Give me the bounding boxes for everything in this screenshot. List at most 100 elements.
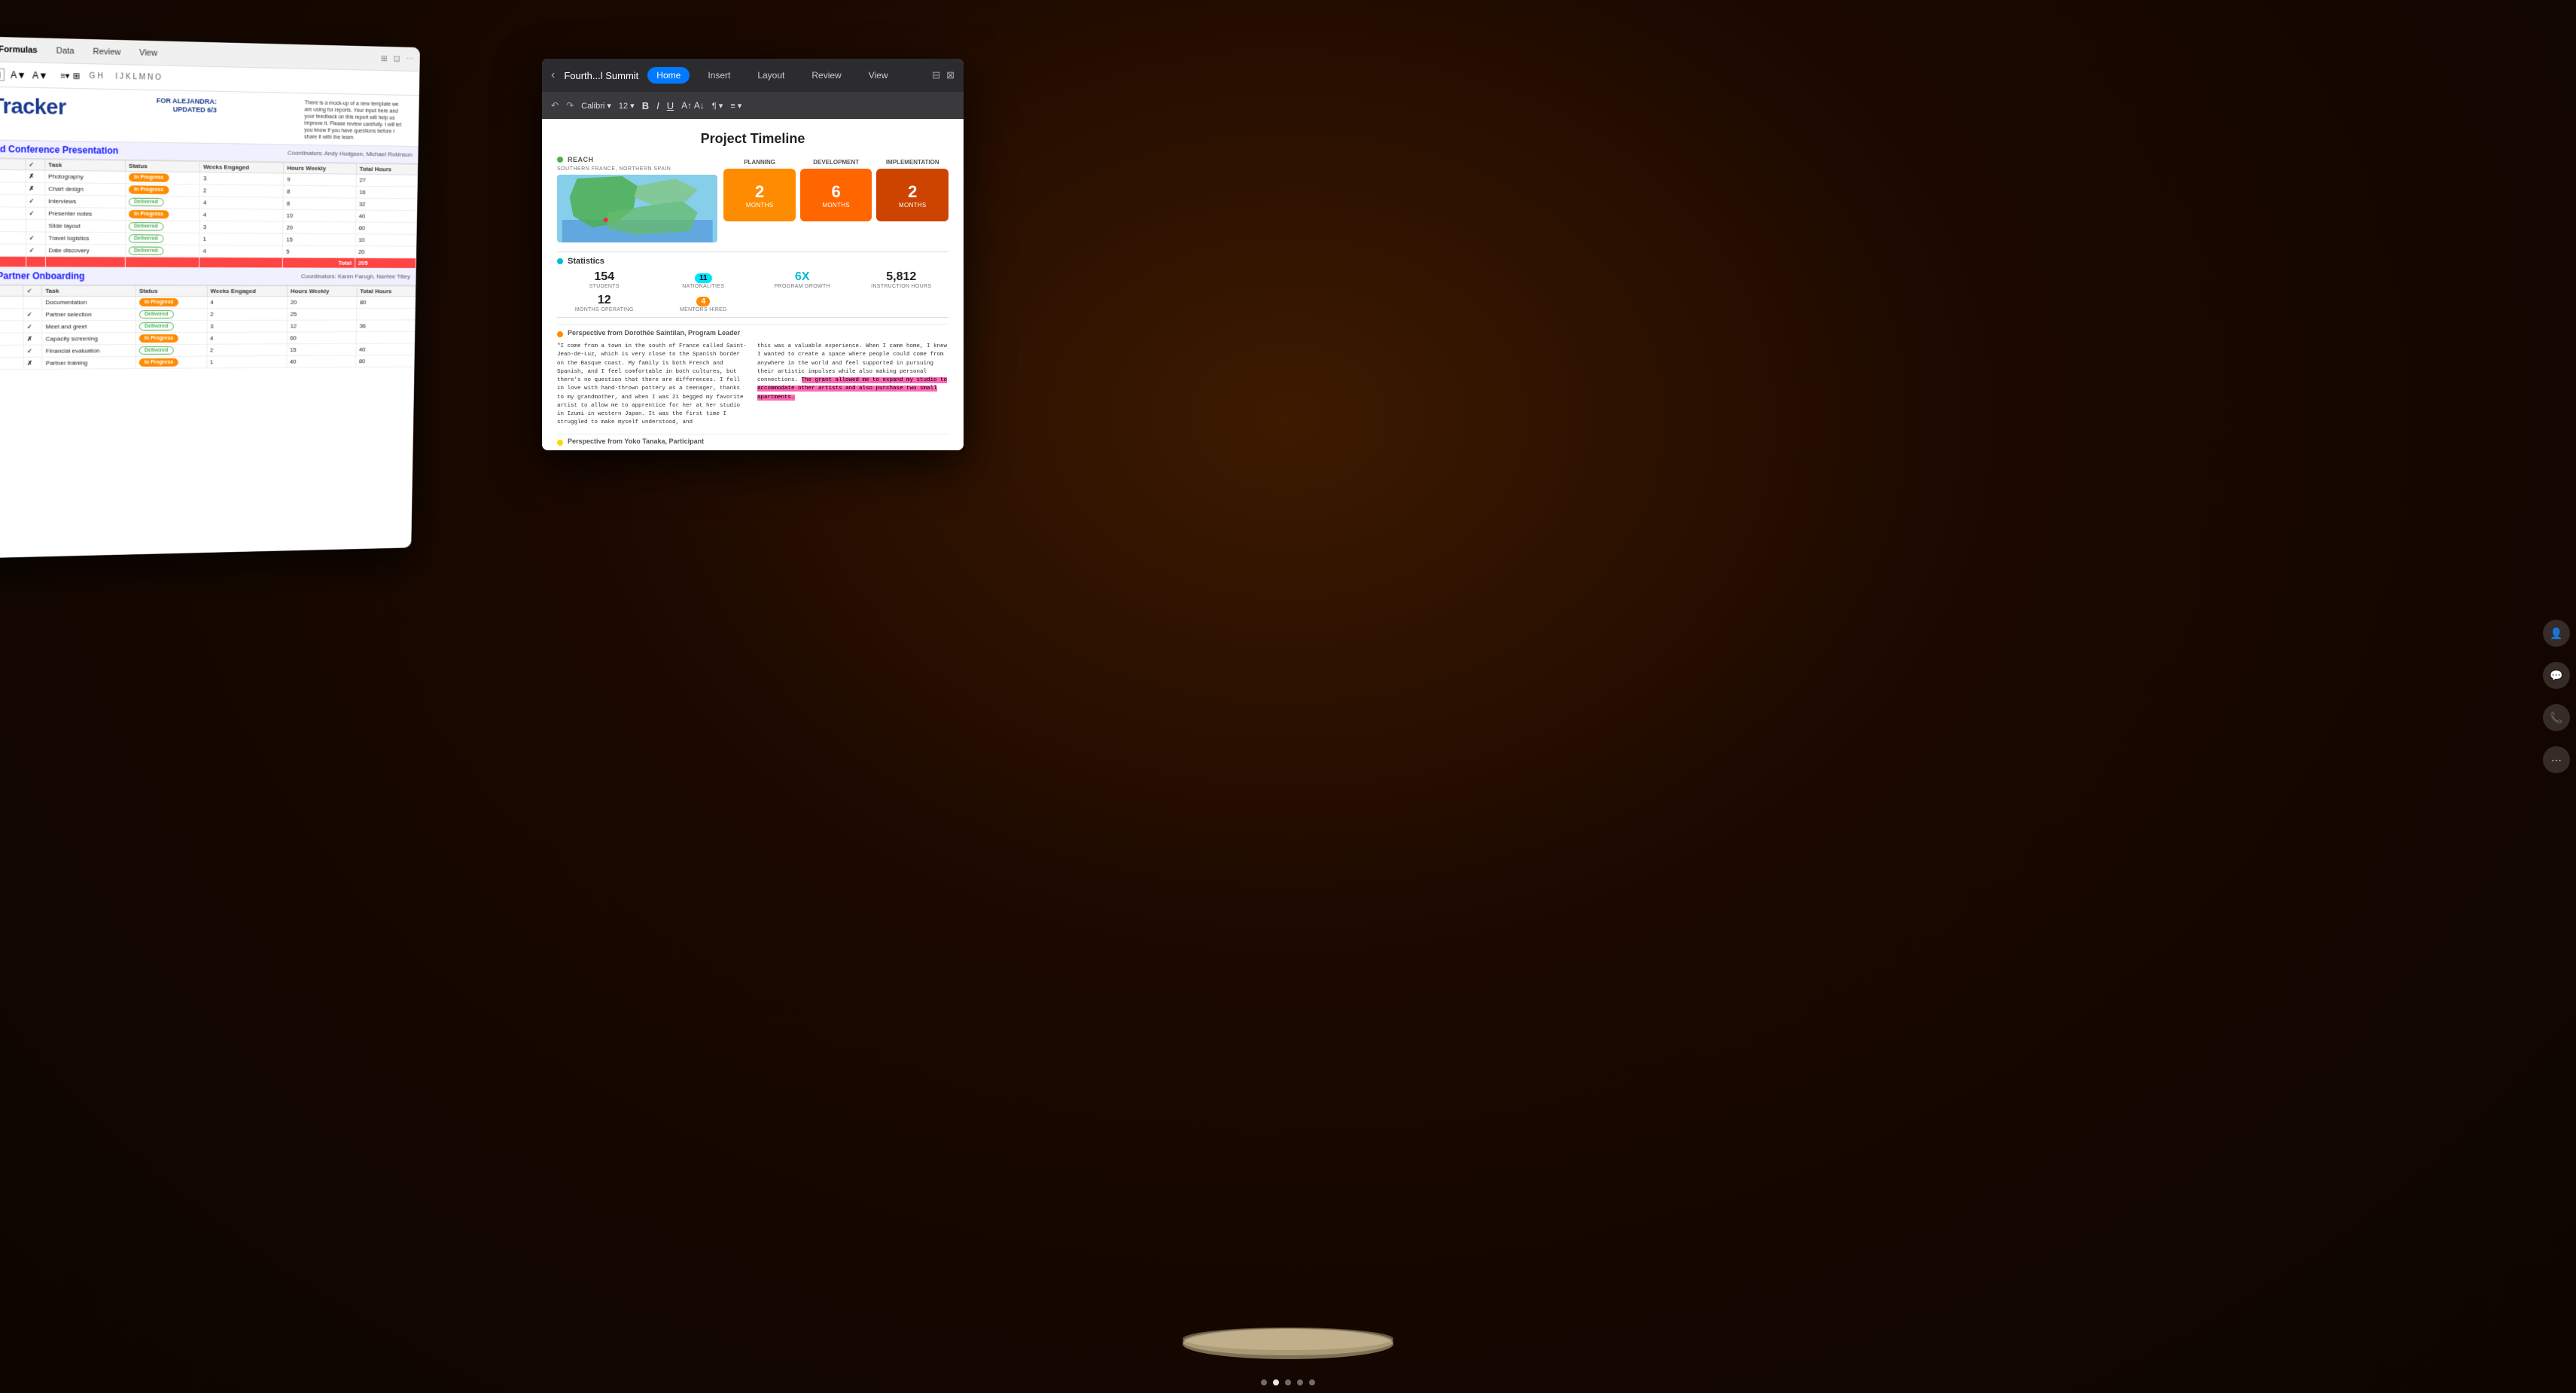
italic-btn[interactable]: I: [656, 100, 659, 111]
perspective-yoko-section: Perspective from Yoko Tanaka, Participan…: [557, 434, 948, 451]
tab-view[interactable]: View: [860, 67, 897, 84]
ribbon-tab-data[interactable]: Data: [51, 44, 79, 58]
chat-icon[interactable]: 💬: [2543, 662, 2570, 689]
tab-home[interactable]: Home: [647, 67, 690, 84]
font-name[interactable]: Calibri ▾: [581, 101, 611, 111]
bowl: [1168, 1303, 1408, 1363]
tab-insert[interactable]: Insert: [699, 67, 739, 84]
toolbar-icon-3[interactable]: ···: [406, 54, 414, 64]
col-hours-weekly: Hours Weekly: [284, 163, 357, 174]
table-row: Documentation In Progress 42080: [0, 296, 416, 308]
stat-hours: 5,812 INSTRUCTION HOURS: [854, 270, 949, 289]
person-icon[interactable]: 👤: [2543, 620, 2570, 647]
divider1: [557, 251, 948, 252]
dots-icon[interactable]: ···: [2543, 746, 2570, 773]
reach-label: Reach: [568, 156, 594, 163]
map-panel: Reach SOUTHERN FRANCE, NORTHERN SPAIN: [557, 156, 717, 242]
sheet-note: There is a mock-up of a new template we …: [304, 99, 407, 142]
stat-hours-value: 5,812: [854, 270, 949, 284]
font-size[interactable]: 12 ▾: [619, 101, 635, 111]
col-status: Status: [135, 285, 207, 296]
para-style[interactable]: ¶ ▾: [712, 101, 723, 111]
back-button[interactable]: ‹: [551, 69, 555, 82]
dot-5[interactable]: [1309, 1379, 1315, 1385]
side-icon-panel: 👤 💬 📞 ···: [2543, 620, 2570, 773]
divider2: [557, 317, 948, 318]
align-btns: ≡▾ ⊞: [60, 71, 80, 81]
dot-2[interactable]: [1273, 1379, 1279, 1385]
stat-students: 154 STUDENTS: [557, 270, 652, 289]
stat-months-value: 12: [557, 294, 652, 307]
fill-color-btn[interactable]: A▼: [11, 69, 26, 81]
map-container: [557, 175, 717, 242]
table-row: May 08 ✗ Partner training In Progress 14…: [0, 355, 414, 369]
sheet-title: ce Tracker: [0, 93, 66, 120]
planning-label: PLANNING: [723, 159, 796, 166]
planning-unit: Months: [746, 202, 773, 209]
doc-title[interactable]: Fourth...l Summit: [564, 70, 638, 81]
ribbon-tab-view[interactable]: View: [135, 46, 162, 59]
dot-3[interactable]: [1285, 1379, 1291, 1385]
planning-col: PLANNING 2 Months: [723, 159, 796, 221]
section2-coords: Coordinators: Karen Farugh, Narrlee Till…: [301, 273, 410, 279]
align-center[interactable]: ⊞: [73, 71, 81, 81]
toolbar-icon-2[interactable]: ⊡: [394, 53, 400, 63]
development-col: DEVELOPMENT 6 Months: [800, 159, 872, 221]
development-label: DEVELOPMENT: [800, 159, 872, 166]
reach-label-row: Reach: [557, 156, 717, 163]
perspective-dorothee-col1: "I come from a town in the south of Fran…: [557, 343, 748, 428]
list-btn[interactable]: ≡ ▾: [730, 101, 741, 111]
stats-grid: 154 STUDENTS 11 NATIONALITIES 6X PROGRAM…: [557, 270, 948, 312]
sheet-title-area: ce Tracker FOR ALEJANDRA: UPDATED 6/3 Th…: [0, 87, 419, 147]
perspective-dorothee-header: Perspective from Dorothée Saintilan, Pro…: [557, 329, 948, 340]
font-color-btn[interactable]: A▼: [32, 69, 48, 81]
perspective-dorothee-col2: this was a valuable experience. When I c…: [757, 343, 948, 428]
ribbon-tab-formulas[interactable]: Formulas: [0, 43, 42, 56]
implementation-label: IMPLEMENTATION: [876, 159, 948, 166]
doc-main-title: Project Timeline: [557, 131, 948, 147]
stat-growth-value: 6X: [755, 270, 850, 284]
phone-icon[interactable]: 📞: [2543, 704, 2570, 731]
dot-4[interactable]: [1297, 1379, 1303, 1385]
total-row: May 17 Total 205: [0, 256, 416, 268]
phase-labels-row: PLANNING 2 Months DEVELOPMENT 6 Months: [723, 159, 948, 221]
stat-mentors: 4 MENTORS HIRED: [656, 294, 751, 312]
section1-title: Lilypad Conference Presentation: [0, 143, 118, 156]
stat-hours-label: INSTRUCTION HOURS: [854, 284, 949, 289]
section2-title: 2024 Partner Onboarding: [0, 270, 84, 282]
undo-btn[interactable]: ↶: [551, 100, 559, 111]
section2-table: Date Updated ✓ Task Status Weeks Engaged…: [0, 285, 416, 370]
redo-btn[interactable]: ↷: [566, 100, 574, 111]
toolbar-icon-1[interactable]: ⊞: [381, 53, 388, 63]
tab-layout[interactable]: Layout: [748, 67, 793, 84]
stat-nationalities-badge: 11: [695, 273, 712, 283]
dot-1[interactable]: [1261, 1379, 1267, 1385]
font-size-up[interactable]: A↑ A↓: [681, 100, 705, 111]
spreadsheet-window: Draw Formulas Data Review View ⊞ ⊡ ··· I…: [0, 35, 420, 559]
stat-growth: 6X PROGRAM GROWTH: [755, 270, 850, 289]
table-row: May 31 ✓ Partner selection Delivered 225: [0, 308, 415, 321]
tab-review[interactable]: Review: [802, 67, 850, 84]
bold-btn[interactable]: B: [642, 100, 649, 111]
ribbon-tab-review[interactable]: Review: [88, 45, 125, 59]
cell-border-btn[interactable]: ⊟: [0, 68, 5, 81]
align-left[interactable]: ≡▾: [60, 71, 69, 81]
implementation-col: IMPLEMENTATION 2 Months: [876, 159, 948, 221]
section1-table: Date Updated ✓ Task Status Weeks Engaged…: [0, 157, 418, 269]
col-total-hours: Total Hours: [357, 285, 416, 296]
doc-icon-2[interactable]: ⊠: [946, 69, 955, 81]
col-total-hours: Total Hours: [356, 163, 418, 175]
stat-students-value: 154: [557, 270, 652, 284]
reach-region: SOUTHERN FRANCE, NORTHERN SPAIN: [557, 166, 717, 172]
implementation-unit: Months: [899, 202, 926, 209]
stat-months-label: MONTHS OPERATING: [557, 307, 652, 312]
underline-btn[interactable]: U: [667, 100, 674, 111]
map-svg: [557, 175, 717, 242]
doc-icon-1[interactable]: ⊟: [932, 69, 940, 81]
col-status: Status: [126, 160, 200, 172]
highlight-text: The grant allowed me to expand my studio…: [757, 377, 947, 401]
sheet-subtitle: FOR ALEJANDRA: UPDATED 6/3: [157, 96, 217, 114]
col-weeks: Weeks Engaged: [199, 161, 283, 173]
implementation-number: 2: [908, 182, 917, 202]
reach-dot: [557, 157, 563, 163]
